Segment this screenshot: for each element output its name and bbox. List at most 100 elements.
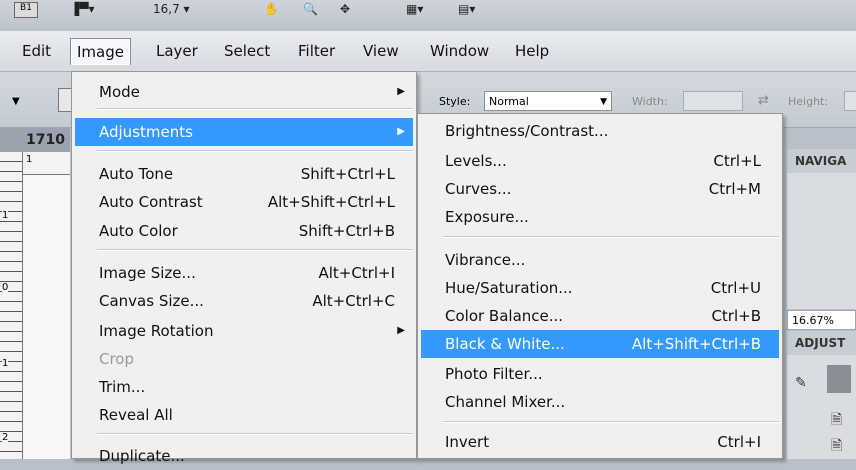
menu-item-label: Mode bbox=[99, 83, 140, 101]
menu-item-label: Curves... bbox=[445, 180, 512, 198]
vertical-ruler[interactable]: 1 0 1 2 bbox=[0, 152, 23, 459]
menu-view[interactable]: View bbox=[357, 38, 405, 64]
ruler-number: 1 bbox=[2, 358, 9, 369]
width-input[interactable] bbox=[683, 91, 743, 111]
height-input[interactable] bbox=[844, 91, 856, 111]
menu-layer[interactable]: Layer bbox=[150, 38, 204, 64]
menu-item-label: Canvas Size... bbox=[99, 292, 204, 310]
style-select-value: Normal bbox=[489, 95, 529, 108]
height-label: Height: bbox=[788, 95, 829, 108]
menu-item-label: Image Size... bbox=[99, 264, 196, 282]
menu-item-brightness-contrast[interactable]: Brightness/Contrast... bbox=[421, 117, 779, 145]
menu-edit[interactable]: Edit bbox=[16, 38, 57, 64]
menu-item-invert[interactable]: Invert Ctrl+I bbox=[421, 428, 779, 456]
submenu-arrow-icon: ▶ bbox=[397, 86, 405, 97]
menu-separator bbox=[97, 249, 413, 251]
menu-item-label: Hue/Saturation... bbox=[445, 279, 573, 297]
menu-item-shortcut: Ctrl+L bbox=[713, 152, 761, 170]
menu-item-vibrance[interactable]: Vibrance... bbox=[421, 246, 779, 274]
menu-select[interactable]: Select bbox=[218, 38, 276, 64]
menu-item-shortcut: Alt+Shift+Ctrl+B bbox=[631, 335, 761, 353]
menu-help[interactable]: Help bbox=[509, 38, 555, 64]
menu-window[interactable]: Window bbox=[424, 38, 495, 64]
menu-separator bbox=[443, 236, 779, 238]
adjustments-panel-title[interactable]: ADJUST bbox=[787, 331, 856, 355]
toolbar-box-b1[interactable]: B1 bbox=[14, 2, 38, 18]
ruler-number: 2 bbox=[2, 432, 9, 443]
menu-item-black-white[interactable]: Black & White... Alt+Shift+Ctrl+B bbox=[421, 330, 779, 358]
tool-preset-dropdown-icon[interactable]: ▼ bbox=[12, 96, 20, 107]
menu-item-label: Channel Mixer... bbox=[445, 393, 566, 411]
menu-item-shortcut: Ctrl+B bbox=[711, 307, 761, 325]
menu-item-crop[interactable]: Crop bbox=[75, 345, 413, 373]
rotate-view-icon[interactable]: ✥ bbox=[340, 2, 350, 16]
menu-item-label: Vibrance... bbox=[445, 251, 526, 269]
menu-item-shortcut: Alt+Shift+Ctrl+L bbox=[267, 193, 395, 211]
menu-item-exposure[interactable]: Exposure... bbox=[421, 203, 779, 231]
menu-item-canvas-size[interactable]: Canvas Size... Alt+Ctrl+C bbox=[75, 287, 413, 315]
menu-item-label: Crop bbox=[99, 350, 135, 368]
menu-item-mode[interactable]: Mode ▶ bbox=[75, 78, 413, 106]
width-label: Width: bbox=[632, 95, 668, 108]
document-tab[interactable]: 1710 bbox=[0, 128, 70, 152]
document-canvas[interactable] bbox=[23, 175, 70, 459]
style-select[interactable]: Normal ▼ bbox=[484, 91, 612, 111]
menu-item-auto-tone[interactable]: Auto Tone Shift+Ctrl+L bbox=[75, 160, 413, 188]
selection-mode-button[interactable] bbox=[58, 88, 72, 112]
menu-item-color-balance[interactable]: Color Balance... Ctrl+B bbox=[421, 302, 779, 330]
menu-item-label: Black & White... bbox=[445, 335, 565, 353]
navigator-panel-title[interactable]: NAVIGA bbox=[787, 149, 856, 173]
menu-item-reveal-all[interactable]: Reveal All bbox=[75, 401, 413, 429]
menu-item-label: Reveal All bbox=[99, 406, 173, 424]
adjustments-submenu: Brightness/Contrast... Levels... Ctrl+L … bbox=[417, 113, 783, 459]
submenu-arrow-icon: ▶ bbox=[397, 126, 405, 137]
menu-item-levels[interactable]: Levels... Ctrl+L bbox=[421, 147, 779, 175]
menu-item-trim[interactable]: Trim... bbox=[75, 373, 413, 401]
menu-item-adjustments[interactable]: Adjustments ▶ bbox=[75, 118, 413, 146]
menu-item-label: Adjustments bbox=[99, 123, 193, 141]
menu-item-shortcut: Ctrl+U bbox=[710, 279, 761, 297]
menu-item-auto-color[interactable]: Auto Color Shift+Ctrl+B bbox=[75, 217, 413, 245]
menu-item-duplicate[interactable]: Duplicate... bbox=[75, 442, 413, 470]
menu-item-shortcut: Shift+Ctrl+L bbox=[300, 165, 395, 183]
menu-image[interactable]: Image bbox=[70, 38, 131, 65]
menu-bar: Edit Image Layer Select Filter View Wind… bbox=[0, 31, 856, 72]
brush-icon[interactable]: ✎ bbox=[795, 375, 807, 391]
menu-item-label: Auto Tone bbox=[99, 165, 174, 183]
chevron-down-icon: ▼ bbox=[600, 97, 607, 107]
menu-separator bbox=[97, 108, 413, 110]
menu-item-curves[interactable]: Curves... Ctrl+M bbox=[421, 175, 779, 203]
style-label: Style: bbox=[439, 95, 471, 108]
menu-item-image-size[interactable]: Image Size... Alt+Ctrl+I bbox=[75, 259, 413, 287]
menu-item-hue-saturation[interactable]: Hue/Saturation... Ctrl+U bbox=[421, 274, 779, 302]
horizontal-ruler[interactable]: 1 bbox=[22, 152, 70, 175]
menu-item-label: Exposure... bbox=[445, 208, 529, 226]
menu-item-channel-mixer[interactable]: Channel Mixer... bbox=[421, 388, 779, 416]
menu-item-label: Brightness/Contrast... bbox=[445, 122, 609, 140]
menu-item-photo-filter[interactable]: Photo Filter... bbox=[421, 360, 779, 388]
arrange-documents-icon[interactable]: ▦▾ bbox=[406, 2, 423, 16]
menu-filter[interactable]: Filter bbox=[292, 38, 341, 64]
zoom-level-text: 16,7 bbox=[153, 2, 180, 16]
menu-item-label: Photo Filter... bbox=[445, 365, 543, 383]
menu-item-shortcut: Ctrl+M bbox=[708, 180, 761, 198]
menu-item-label: Levels... bbox=[445, 152, 507, 170]
navigator-zoom-field[interactable]: 16.67% bbox=[787, 310, 856, 330]
screen-mode-icon[interactable]: ▐▀▾ bbox=[70, 2, 94, 16]
swap-dimensions-icon[interactable]: ⇄ bbox=[758, 93, 769, 108]
hand-icon[interactable]: ✋ bbox=[264, 2, 279, 16]
menu-item-shortcut: Alt+Ctrl+C bbox=[312, 292, 395, 310]
menu-item-label: Color Balance... bbox=[445, 307, 564, 325]
image-menu-dropdown: Mode ▶ Adjustments ▶ Auto Tone Shift+Ctr… bbox=[71, 71, 417, 465]
screen-layout-icon[interactable]: ▤▾ bbox=[458, 2, 475, 16]
zoom-level-dropdown[interactable]: 16,7 ▾ bbox=[153, 2, 190, 16]
menu-item-auto-contrast[interactable]: Auto Contrast Alt+Shift+Ctrl+L bbox=[75, 188, 413, 216]
menu-item-image-rotation[interactable]: Image Rotation ▶ bbox=[75, 317, 413, 345]
zoom-icon[interactable]: 🔍 bbox=[303, 2, 318, 16]
menu-item-shortcut: Ctrl+I bbox=[717, 433, 761, 451]
ruler-number: 1 bbox=[2, 210, 9, 221]
menu-separator bbox=[97, 150, 413, 152]
document-icon[interactable]: 🗎 bbox=[831, 409, 842, 433]
thumbnail-icon[interactable] bbox=[827, 365, 851, 393]
document-icon[interactable]: 🗎 bbox=[831, 435, 842, 459]
